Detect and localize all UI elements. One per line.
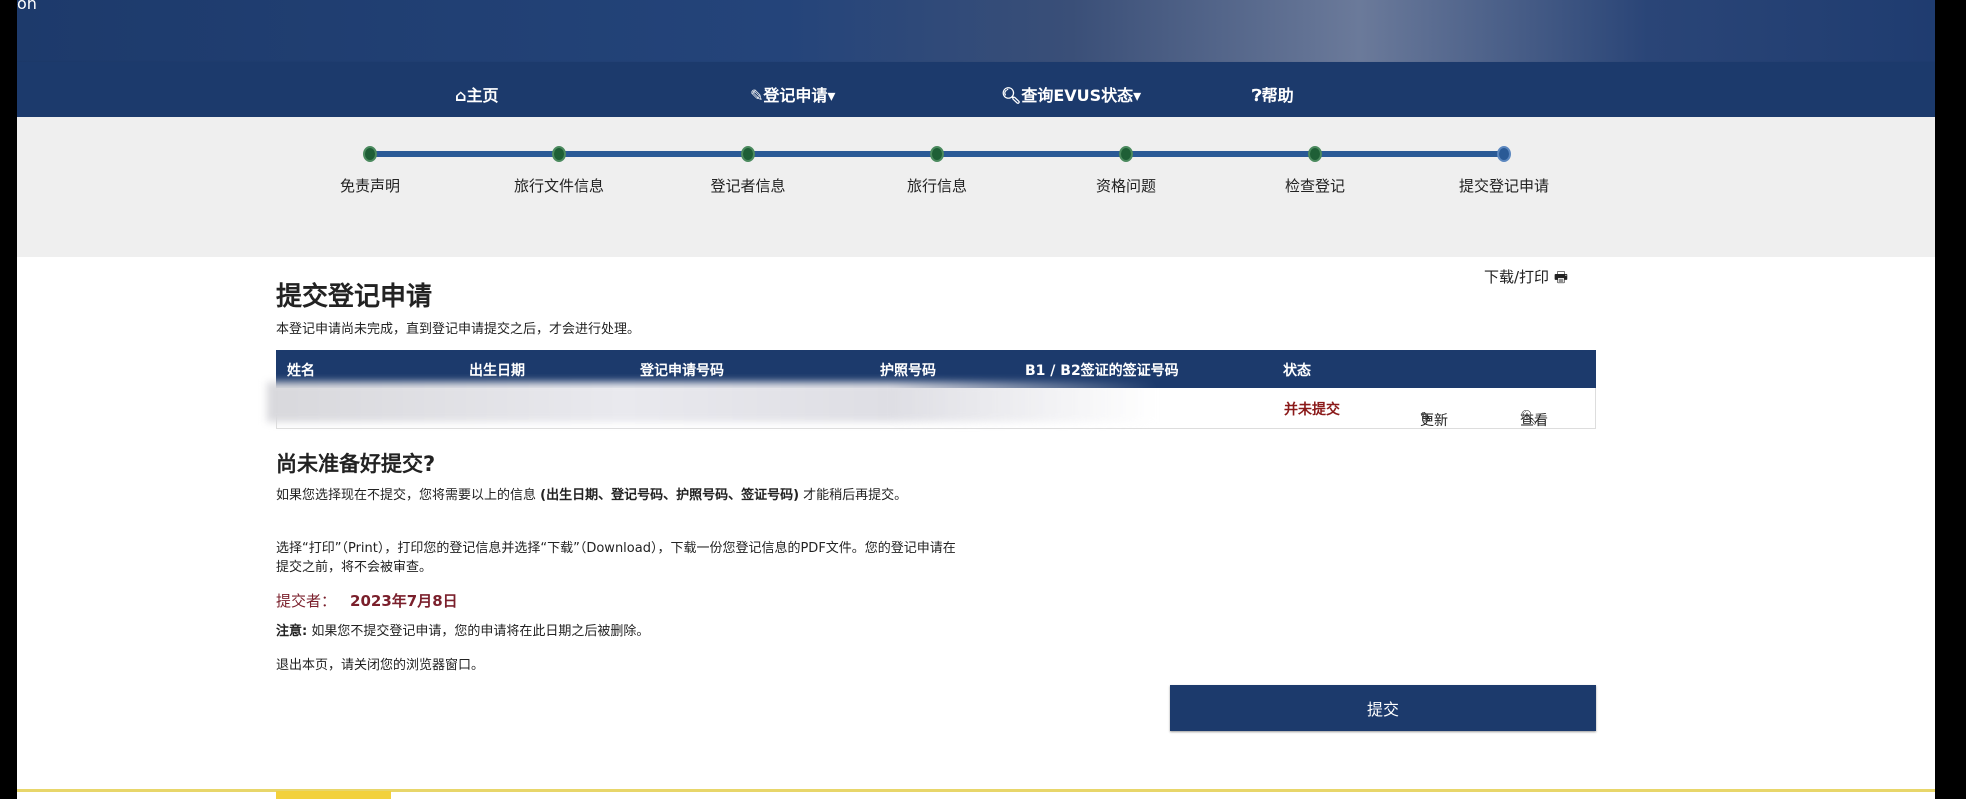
- printer-icon: 🖶: [1553, 268, 1569, 286]
- step-dot: [741, 146, 755, 162]
- nav-registration[interactable]: ✎登记申请▾: [750, 82, 835, 106]
- page: on ⌂主页 ✎登记申请▾ 🔍︎查询EVUS状态▾ ❓︎帮助 免责声明 旅行文件…: [17, 0, 1935, 799]
- deletion-note: 注意: 如果您不提交登记申请，您的申请将在此日期之后被删除。: [276, 624, 650, 639]
- submitter-line: 提交者： 2023年7月8日: [276, 592, 458, 610]
- step-dot: [363, 146, 377, 162]
- col-visa-number: B1 / B2签证的签证号码: [1025, 363, 1179, 379]
- step-label: 资格问题: [1095, 177, 1157, 195]
- col-status: 状态: [1283, 363, 1311, 379]
- page-subtitle: 本登记申请尚未完成，直到登记申请提交之后，才会进行处理。: [276, 322, 641, 337]
- table-row: 并未提交 ✎ 更新 🔍︎ 查看: [267, 382, 1596, 429]
- progress-steps: 免责声明 旅行文件信息 登记者信息 旅行信息 资格问题 检查登记 提交登记申请: [17, 117, 1935, 257]
- footer-tab[interactable]: [276, 791, 391, 799]
- page-title: 提交登记申请: [276, 282, 433, 312]
- step-dot: [930, 146, 944, 162]
- redacted-info: [267, 382, 1157, 422]
- exit-instructions: 退出本页，请关闭您的浏览器窗口。: [276, 658, 485, 673]
- col-name: 姓名: [287, 363, 315, 379]
- not-ready-paragraph: 如果您选择现在不提交，您将需要以上的信息 (出生日期、登记号码、护照号码、签证号…: [276, 488, 908, 503]
- main-nav: ⌂主页 ✎登记申请▾ 🔍︎查询EVUS状态▾ ❓︎帮助: [17, 62, 1935, 117]
- not-ready-heading: 尚未准备好提交?: [276, 452, 436, 476]
- nav-help[interactable]: ❓︎帮助: [1252, 82, 1294, 106]
- status-badge: 并未提交: [1284, 402, 1340, 418]
- logo-fragment: on: [17, 0, 37, 13]
- nav-check-status[interactable]: 🔍︎查询EVUS状态▾: [1001, 82, 1141, 106]
- home-icon: ⌂: [455, 86, 467, 105]
- search-icon: 🔍︎: [1001, 86, 1022, 105]
- step-label: 提交登记申请: [1458, 177, 1550, 195]
- help-icon: ❓︎: [1252, 86, 1262, 105]
- col-dob: 出生日期: [469, 363, 525, 379]
- step-dot-current: [1497, 146, 1511, 162]
- step-label: 旅行文件信息: [513, 177, 605, 195]
- print-instructions: 选择“打印”（Print），打印您的登记信息并选择“下载”（Download），…: [276, 541, 956, 575]
- col-application-number: 登记申请号码: [640, 363, 724, 379]
- nav-home[interactable]: ⌂主页: [455, 82, 498, 106]
- step-label: 检查登记: [1284, 177, 1346, 195]
- header-banner: on: [17, 0, 1935, 62]
- download-print-link[interactable]: 下载/打印 🖶: [1484, 266, 1568, 292]
- pencil-icon: ✎: [750, 86, 764, 105]
- col-passport: 护照号码: [880, 363, 936, 379]
- step-label: 免责声明: [339, 177, 401, 195]
- step-dot: [1119, 146, 1133, 162]
- step-dot: [1308, 146, 1322, 162]
- submit-button[interactable]: 提交: [1170, 685, 1596, 731]
- step-dot: [552, 146, 566, 162]
- step-label: 旅行信息: [906, 177, 968, 195]
- submitter-date: 2023年7月8日: [350, 592, 458, 610]
- step-label: 登记者信息: [710, 177, 786, 195]
